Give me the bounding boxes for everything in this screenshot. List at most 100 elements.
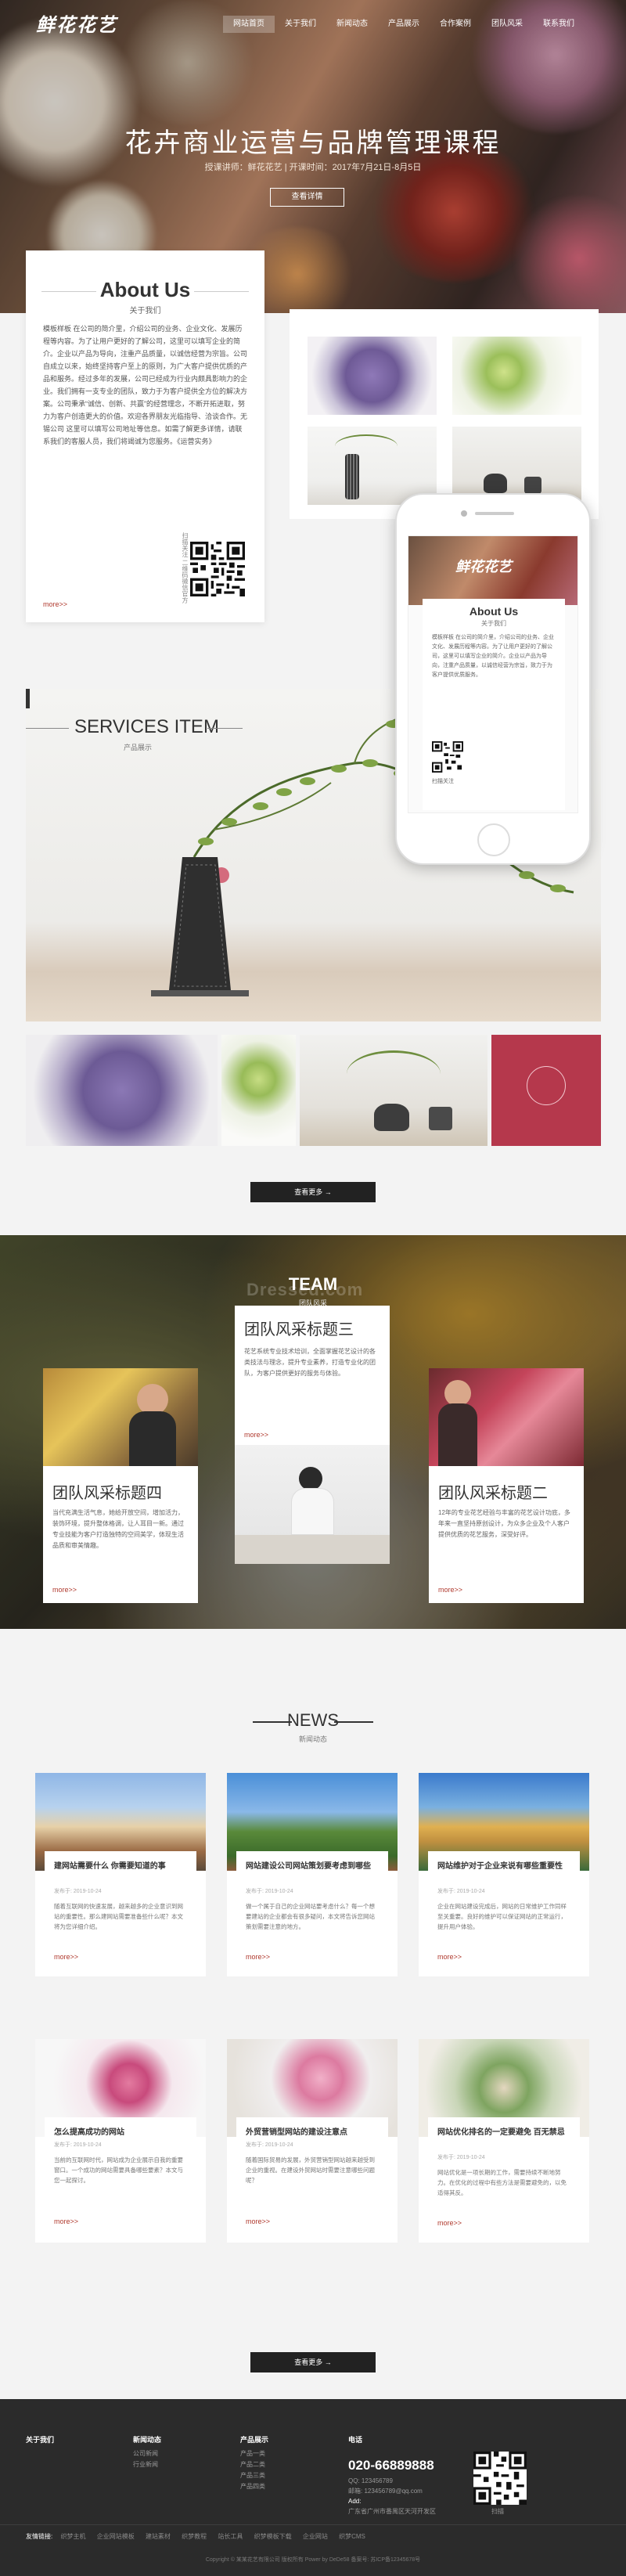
- footer-link[interactable]: 产品三类: [240, 2471, 265, 2480]
- phone-about-text: 模板样板 在公司的简介里，介绍公司的业务、企业文化、发展历程等内容。为了让用户更…: [432, 635, 554, 678]
- product-image-green-bouquet[interactable]: [221, 1035, 296, 1146]
- copyright: Copyright © 某某花艺有限公司 版权所有 Power by DeDe5…: [205, 2557, 421, 2563]
- about-text: 模板样板 在公司的简介里，介绍公司的业务、企业文化、发展历程等内容。为了让用户更…: [43, 325, 248, 445]
- services-subtitle: 产品展示: [124, 744, 153, 751]
- news-item-title[interactable]: 怎么提高成功的网站: [54, 2127, 189, 2139]
- team-card-more-link[interactable]: more>>: [52, 1586, 77, 1594]
- nav-item-about[interactable]: 关于我们: [275, 16, 326, 33]
- footer-link[interactable]: 产品一类: [240, 2449, 265, 2458]
- news-item-more-link[interactable]: more>>: [246, 1953, 270, 1961]
- news-card[interactable]: 网站优化排名的一定要避免 百无禁忌 发布于: 2019-10-24 网站优化是一…: [419, 2039, 589, 2243]
- news-card[interactable]: 外贸营销型网站的建设注意点 发布于: 2019-10-24 随着国际贸易的发展，…: [227, 2039, 398, 2243]
- gallery-image-green-flowers[interactable]: [452, 337, 581, 415]
- team-card-more-link[interactable]: more>>: [438, 1586, 462, 1594]
- site-logo[interactable]: 鲜花花艺: [36, 9, 117, 37]
- news-item-more-link[interactable]: more>>: [437, 1953, 462, 1961]
- branch-shape: [347, 1050, 441, 1097]
- news-item-title[interactable]: 外贸营销型网站的建设注意点: [246, 2127, 380, 2139]
- news-card[interactable]: 网站维护对于企业来说有哪些重要性 发布于: 2019-10-24 企业在网站建设…: [419, 1773, 589, 1976]
- about-title: About Us: [99, 278, 191, 301]
- team-card-more-link[interactable]: more>>: [244, 1431, 268, 1439]
- news-card[interactable]: 网站建设公司网站策划要考虑到哪些 发布于: 2019-10-24 做一个属于自己…: [227, 1773, 398, 1976]
- friend-link[interactable]: 织梦教程: [182, 2533, 207, 2540]
- nav-item-cases[interactable]: 合作案例: [430, 16, 481, 33]
- about-more-link[interactable]: more>>: [43, 600, 67, 608]
- friend-link[interactable]: 站长工具: [218, 2533, 243, 2540]
- friend-link[interactable]: 建站素材: [146, 2533, 171, 2540]
- friend-link[interactable]: 织梦CMS: [339, 2533, 365, 2540]
- news-subtitle: 新闻动态: [298, 1735, 327, 1743]
- team-card-text: 当代充满生活气息，她给开放空间，增加活力，装饰环境，提升整体格调，让人耳目一新。…: [52, 1509, 184, 1549]
- friend-link[interactable]: 企业网站模板: [97, 2533, 135, 2540]
- nav-item-home[interactable]: 网站首页: [223, 16, 275, 33]
- news-card[interactable]: 怎么提高成功的网站 发布于: 2019-10-24 当前的互联网时代，网站成为企…: [35, 2039, 206, 2243]
- product-image-brand-card[interactable]: [491, 1035, 601, 1146]
- phone-screen: 鲜花花艺 About Us 关于我们 模板样板 在公司的简介里，介绍公司的业务、…: [408, 535, 578, 813]
- news-item-title[interactable]: 建网站需要什么 你需要知道的事: [54, 1861, 189, 1873]
- team-card-title: 团队风采标题四: [52, 1485, 162, 1502]
- phone-scan-label: 扫描关注: [432, 779, 454, 784]
- news-title: NEWS: [287, 1710, 339, 1730]
- vase-shape: [374, 1104, 409, 1131]
- phone-mockup: 鲜花花艺 About Us 关于我们 模板样板 在公司的简介里，介绍公司的业务、…: [395, 493, 591, 865]
- friend-link[interactable]: 织梦主机: [60, 2533, 85, 2540]
- news-item-date: 发布于: 2019-10-24: [54, 2142, 102, 2148]
- team-card-3[interactable]: 团队风采标题三 花艺系统专业技术培训，全面掌握花艺设计的各类技法与理念，提升专业…: [235, 1306, 390, 1564]
- friend-links-label: 友情链接:: [26, 2533, 53, 2540]
- services-more-button[interactable]: 查看更多 →: [250, 1182, 376, 1202]
- footer-contact-line: QQ: 123456789: [348, 2477, 393, 2484]
- nav-item-team[interactable]: 团队风采: [481, 16, 533, 33]
- hero-title: 花卉商业运营与品牌管理课程: [124, 128, 502, 158]
- news-item-text: 随着国际贸易的发展，外贸营销型网站越来越受到企业的重视。在建设外贸网站时需要注意…: [246, 2156, 375, 2184]
- footer-qr-icon: [473, 2452, 527, 2505]
- services-divider-left: [26, 728, 69, 729]
- gallery-image-purple-roses[interactable]: [308, 337, 437, 415]
- friend-link[interactable]: 企业网站: [303, 2533, 328, 2540]
- team-card-title: 团队风采标题二: [438, 1485, 548, 1502]
- footer-link[interactable]: 公司新闻: [133, 2449, 158, 2458]
- news-item-title[interactable]: 网站优化排名的一定要避免 百无禁忌: [437, 2127, 572, 2139]
- news-card[interactable]: 建网站需要什么 你需要知道的事 发布于: 2019-10-24 随着互联网的快速…: [35, 1773, 206, 1976]
- jar-shape: [429, 1107, 452, 1130]
- footer-news-heading[interactable]: 新闻动态: [133, 2434, 161, 2444]
- product-image-ikebana[interactable]: [300, 1035, 487, 1146]
- news-item-text: 当前的互联网时代，网站成为企业展示自我的重要窗口。一个成功的网站需要具备哪些要素…: [54, 2156, 183, 2184]
- team-card-text: 12年的专业花艺经验与丰富的花艺设计功底，多年来一直坚持原创设计，为众多企业及个…: [438, 1509, 570, 1538]
- news-item-more-link[interactable]: more>>: [54, 1953, 78, 1961]
- footer-about-heading[interactable]: 关于我们: [26, 2434, 54, 2444]
- footer-link[interactable]: 行业新闻: [133, 2460, 158, 2469]
- about-gallery: [290, 309, 599, 519]
- hero-detail-button[interactable]: 查看详情: [270, 188, 344, 207]
- news-item-title[interactable]: 网站维护对于企业来说有哪些重要性: [437, 1861, 572, 1873]
- news-item-date: 发布于: 2019-10-24: [437, 1889, 485, 1894]
- footer-contact-line: 邮箱: 123456789@qq.com: [348, 2488, 423, 2495]
- team-card-4[interactable]: 团队风采标题四 当代充满生活气息，她给开放空间，增加活力，装饰环境，提升整体格调…: [43, 1368, 198, 1603]
- phone-logo: 鲜花花艺: [455, 559, 512, 575]
- news-item-more-link[interactable]: more>>: [437, 2219, 462, 2227]
- watermark: Dressed.com: [246, 1280, 364, 1299]
- services-accent-bar: [26, 689, 30, 708]
- nav-item-news[interactable]: 新闻动态: [326, 16, 378, 33]
- news-item-date: 发布于: 2019-10-24: [246, 2142, 293, 2148]
- brand-flower-icon: [527, 1066, 566, 1105]
- about-card: About Us 关于我们 模板样板 在公司的简介里，介绍公司的业务、企业文化、…: [26, 250, 264, 622]
- phone-about-subtitle: 关于我们: [481, 620, 506, 627]
- news-item-text: 做一个属于自己的企业网站要考虑什么？每一个想要建站的企业都会有很多疑问，本文将告…: [246, 1903, 375, 1930]
- footer-link[interactable]: 产品四类: [240, 2482, 265, 2491]
- news-item-more-link[interactable]: more>>: [54, 2218, 78, 2225]
- nav-item-products[interactable]: 产品展示: [378, 16, 430, 33]
- team-card-2[interactable]: 团队风采标题二 12年的专业花艺经验与丰富的花艺设计功底，多年来一直坚持原创设计…: [429, 1368, 584, 1603]
- footer-link[interactable]: 产品二类: [240, 2460, 265, 2469]
- qr-code-icon: [190, 542, 245, 596]
- product-image-purple-roses[interactable]: [26, 1035, 218, 1146]
- news-more-button[interactable]: 查看更多 →: [250, 2352, 376, 2372]
- footer-products-heading[interactable]: 产品展示: [240, 2434, 268, 2444]
- news-item-text: 企业在网站建设完成后，网站的日常维护工作同样至关重要。良好的维护可以保证网站的正…: [437, 1903, 567, 1930]
- footer: 关于我们 新闻动态 公司新闻 行业新闻 产品展示 产品一类 产品二类 产品三类 …: [0, 2399, 626, 2576]
- services-divider-right: [207, 728, 243, 729]
- phone-speaker: [475, 512, 514, 515]
- news-item-more-link[interactable]: more>>: [246, 2218, 270, 2225]
- nav-item-contact[interactable]: 联系我们: [533, 16, 585, 33]
- friend-link[interactable]: 织梦模板下载: [254, 2533, 292, 2540]
- news-item-title[interactable]: 网站建设公司网站策划要考虑到哪些: [246, 1861, 380, 1873]
